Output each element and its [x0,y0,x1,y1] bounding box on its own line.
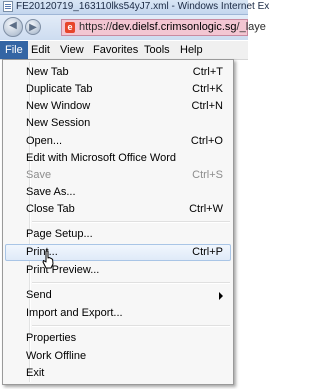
back-button[interactable]: ◀ [3,17,23,37]
menu-separator [32,325,230,327]
navigation-bar: ◀ ▶ e https://dev.dielsf.crimsonlogic.sg… [0,15,266,40]
menu-item-label: Import and Export... [26,307,123,319]
menu-item-label: Work Offline [26,350,87,362]
menu-item-label: Properties [26,332,77,344]
back-arrow-icon: ◀ [9,20,17,31]
address-bar[interactable]: e https://dev.dielsf.crimsonlogic.sg/_la… [61,19,266,36]
menu-item-shortcut: Ctrl+K [192,83,223,95]
menu-item-work-offline[interactable]: Work Offline [5,348,231,365]
address-url[interactable]: https://dev.dielsf.crimsonlogic.sg/_laye [79,21,266,33]
menu-tools[interactable]: Tools [139,41,175,59]
menu-item-save: Save Ctrl+S [5,167,231,184]
menu-separator [32,221,230,223]
menu-item-save-as[interactable]: Save As... [5,184,231,201]
menu-item-exit[interactable]: Exit [5,365,231,382]
site-favicon-icon: e [65,22,75,33]
hand-cursor-icon [42,250,54,269]
menu-help[interactable]: Help [175,41,208,59]
menu-item-shortcut: Ctrl+N [191,100,223,112]
menu-item-shortcut: Ctrl+T [192,66,223,78]
menu-file[interactable]: File [0,41,28,59]
menu-item-new-session[interactable]: New Session [5,115,231,132]
menu-separator [32,282,230,284]
menu-item-label: Close Tab [26,203,75,215]
menu-item-page-setup[interactable]: Page Setup... [5,226,231,243]
menu-item-label: New Window [26,100,91,112]
menu-item-close-tab[interactable]: Close Tab Ctrl+W [5,201,231,218]
menu-item-label: Print Preview... [26,264,100,276]
menu-item-duplicate-tab[interactable]: Duplicate Tab Ctrl+K [5,81,231,98]
menu-item-properties[interactable]: Properties [5,330,231,347]
menu-item-edit-with-word[interactable]: Edit with Microsoft Office Word [5,150,231,167]
url-host: dev.dielsf.crimsonlogic.sg [112,21,237,33]
menu-item-shortcut: Ctrl+W [189,203,223,215]
menu-item-new-window[interactable]: New Window Ctrl+N [5,98,231,115]
menu-item-label: New Tab [26,66,69,78]
menu-item-label: Save [26,169,52,181]
url-scheme: https:// [79,21,113,33]
menu-item-print[interactable]: Print... Ctrl+P [5,244,231,261]
window-title: FE20120719_163110lks54yJ7.xml - Windows … [16,1,270,12]
menu-item-label: Page Setup... [26,228,93,240]
menu-item-label: Send [26,289,52,301]
menu-bar: File Edit View Favorites Tools Help [0,41,248,60]
menu-item-shortcut: Ctrl+O [190,135,223,147]
menu-item-label: Open... [26,135,63,147]
menu-item-label: Edit with Microsoft Office Word [26,152,176,164]
menu-item-send[interactable]: Send [5,287,231,304]
menu-edit[interactable]: Edit [26,41,55,59]
menu-item-shortcut: Ctrl+S [192,169,223,181]
window-title-bar: FE20120719_163110lks54yJ7.xml - Windows … [0,0,269,15]
menu-item-open[interactable]: Open... Ctrl+O [5,133,231,150]
menu-item-new-tab[interactable]: New Tab Ctrl+T [5,64,231,81]
forward-arrow-icon: ▶ [29,22,37,33]
document-icon [3,1,13,12]
menu-favorites[interactable]: Favorites [88,41,143,59]
menu-view[interactable]: View [55,41,89,59]
file-menu-dropdown: New Tab Ctrl+T Duplicate Tab Ctrl+K New … [2,59,234,385]
submenu-arrow-icon [219,292,223,300]
menu-item-label: New Session [26,117,91,129]
menu-item-print-preview[interactable]: Print Preview... [5,262,231,279]
menu-item-shortcut: Ctrl+P [192,246,223,258]
forward-button[interactable]: ▶ [25,19,41,35]
url-path: /_laye [236,21,266,33]
menu-item-import-export[interactable]: Import and Export... [5,305,231,322]
menu-item-label: Exit [26,367,45,379]
menu-item-label: Save As... [26,186,76,198]
menu-item-label: Duplicate Tab [26,83,93,95]
